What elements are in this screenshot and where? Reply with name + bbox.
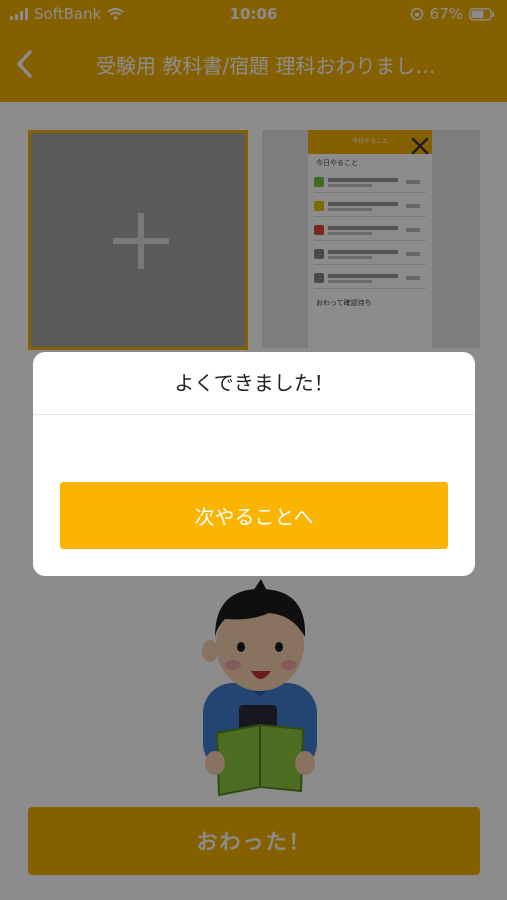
next-task-button[interactable]: 次やることへ — [60, 482, 448, 549]
completion-dialog: よくできました！ 次やることへ — [33, 352, 475, 576]
dialog-title: よくできました！ — [33, 352, 475, 415]
